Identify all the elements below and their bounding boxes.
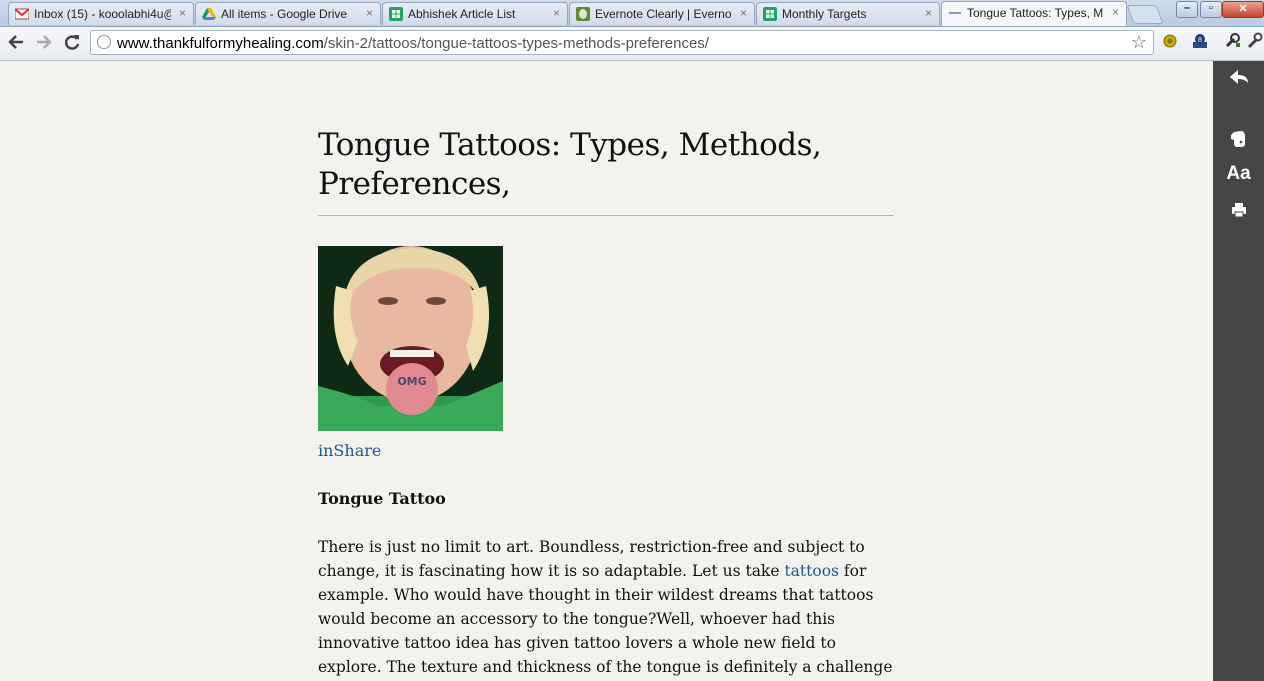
tab-title: Inbox (15) - kooolabhi4u@ [34,7,171,21]
tab-strip: Inbox (15) - kooolabhi4u@ × All items - … [0,0,1264,27]
close-icon: ✕ [1238,3,1248,15]
spreadsheet-icon [763,7,777,21]
evernote-elephant-icon [1230,131,1245,147]
url-host: www.thankfulformyhealing.com [117,35,324,52]
clip-to-evernote-button[interactable] [1213,129,1264,154]
forward-arrow-icon [37,35,52,49]
minimize-button[interactable]: – [1176,1,1198,18]
address-url: www.thankfulformyhealing.com/skin-2/tatt… [117,35,709,52]
exit-clearly-button[interactable] [1213,69,1264,94]
title-divider [318,215,894,216]
window-close-button[interactable]: ✕ [1222,1,1264,18]
tab-title: Evernote Clearly | Evernote [595,7,732,21]
tab-close-button[interactable]: × [925,6,932,20]
tab-title: Tongue Tattoos: Types, M [967,6,1104,20]
extension-badge-icon[interactable]: 8 [1190,32,1210,52]
url-path: /skin-2/tattoos/tongue-tattoos-types-met… [323,35,709,52]
tab-close-button[interactable]: × [1112,5,1119,19]
article-photo: OMG [318,246,503,431]
tab-evernote-clearly[interactable]: Evernote Clearly | Evernote × [569,2,755,25]
svg-text:8: 8 [1198,37,1202,44]
tab-close-button[interactable]: × [740,6,747,20]
tab-title: All items - Google Drive [221,7,348,21]
page-info-icon[interactable] [97,35,111,49]
print-icon [1231,203,1246,218]
extension-wrench-icon[interactable] [1222,32,1242,52]
tab-close-button[interactable]: × [179,6,186,20]
tab-close-button[interactable]: × [366,6,373,20]
tattoos-link[interactable]: tattoos [784,562,839,580]
article-title: Tongue Tattoos: Types, Methods, Preferen… [318,127,822,202]
tattoo-text: OMG [397,375,426,388]
spreadsheet-icon [389,7,403,21]
tab-monthly-targets[interactable]: Monthly Targets × [756,2,940,25]
forward-button[interactable] [34,33,54,53]
article-paragraph: There is just no limit to art. Boundless… [318,535,896,681]
tongue-tattoo-photo: OMG [318,246,503,431]
address-bar[interactable]: www.thankfulformyhealing.com/skin-2/tatt… [90,30,1154,55]
reload-button[interactable] [62,33,82,53]
font-size-button[interactable]: Aa [1213,163,1264,185]
minimize-icon: – [1183,2,1191,14]
tab-title: Monthly Targets [782,7,867,21]
browser-toolbar: www.thankfulformyhealing.com/skin-2/tatt… [0,27,1264,61]
tab-tongue-tattoos[interactable]: Tongue Tattoos: Types, M × [941,1,1127,26]
new-tab-button[interactable] [1126,5,1164,24]
clearly-sidebar: Aa [1213,61,1264,681]
back-arrow-icon [1229,70,1248,84]
reading-view: Tongue Tattoos: Types, Methods, Preferen… [0,61,1213,681]
evernote-icon [576,7,590,21]
tab-close-button[interactable]: × [553,6,560,20]
maximize-icon: ▫ [1209,2,1213,14]
reload-icon [64,35,80,50]
print-button[interactable] [1213,201,1264,224]
article-header: Tongue Tattoos: Types, Methods, Preferen… [318,126,894,204]
menu-wrench-icon[interactable] [1244,32,1264,52]
bookmark-star-icon[interactable]: ☆ [1131,32,1147,53]
extension-gear-icon[interactable] [1160,32,1180,52]
tab-google-drive[interactable]: All items - Google Drive × [195,2,381,25]
google-drive-icon [202,8,216,20]
tab-article-list[interactable]: Abhishek Article List × [382,2,568,25]
site-favicon-icon [949,12,961,14]
tab-title: Abhishek Article List [408,7,516,21]
article-subheading: Tongue Tattoo [318,489,446,508]
back-arrow-icon [8,35,23,49]
paragraph-text-start: There is just no limit to art. Boundless… [318,538,865,580]
tab-gmail-inbox[interactable]: Inbox (15) - kooolabhi4u@ × [8,2,194,25]
gmail-icon [15,8,29,20]
maximize-button[interactable]: ▫ [1200,1,1222,18]
back-button[interactable] [6,33,26,53]
inshare-link[interactable]: inShare [318,441,381,460]
